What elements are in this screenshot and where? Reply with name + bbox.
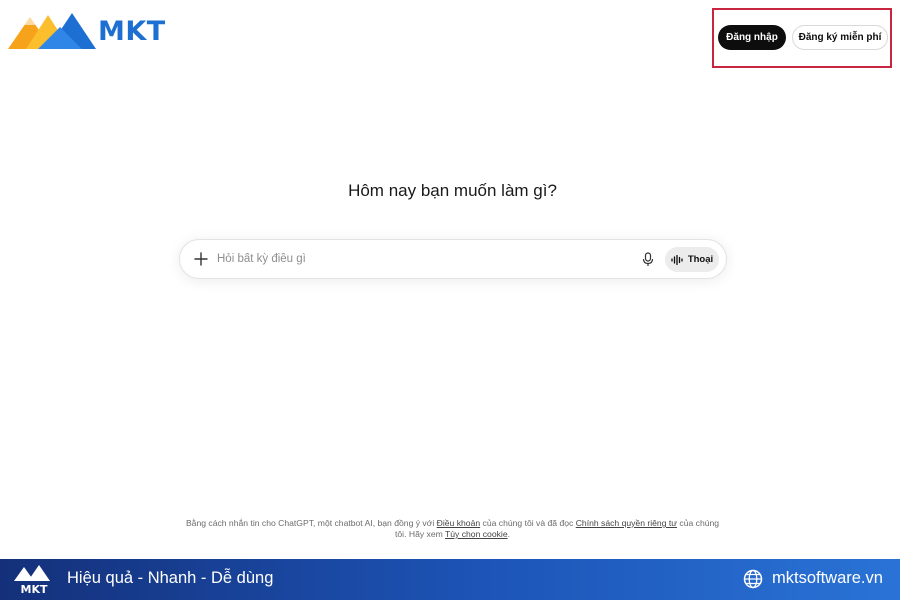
terms-text: Bằng cách nhắn tin cho ChatGPT, một chat… bbox=[185, 518, 437, 528]
logo-mountains-icon: MKT bbox=[14, 565, 50, 596]
terms-notice: Bằng cách nhắn tin cho ChatGPT, một chat… bbox=[180, 518, 725, 540]
prompt-input[interactable] bbox=[217, 249, 597, 269]
waveform-icon bbox=[671, 254, 683, 265]
terms-link[interactable]: Điều khoản bbox=[437, 518, 480, 528]
logo-text: MKT bbox=[98, 15, 166, 47]
voice-mode-button[interactable]: Thoại bbox=[665, 247, 719, 272]
banner-slogan: Hiệu quả - Nhanh - Dễ dùng bbox=[67, 569, 274, 587]
privacy-policy-link[interactable]: Chính sách quyền riêng tư bbox=[576, 518, 677, 528]
banner-logo-text: MKT bbox=[21, 583, 48, 595]
plus-icon[interactable] bbox=[192, 250, 210, 268]
prompt-composer: Thoại bbox=[179, 239, 727, 279]
login-button[interactable]: Đăng nhập bbox=[718, 25, 786, 50]
logo-mountains-icon bbox=[8, 13, 96, 49]
brand-logo: MKT bbox=[8, 10, 178, 52]
terms-text: của chúng tôi và đã đọc bbox=[480, 518, 576, 528]
banner-logo: MKT bbox=[14, 565, 54, 596]
page-title: Hôm nay bạn muốn làm gì? bbox=[348, 181, 557, 200]
promo-banner: MKT Hiệu quả - Nhanh - Dễ dùng mktsoftwa… bbox=[0, 559, 900, 600]
signup-button[interactable]: Đăng ký miễn phí bbox=[792, 25, 888, 50]
banner-website: mktsoftware.vn bbox=[772, 569, 883, 587]
globe-icon bbox=[743, 569, 763, 589]
microphone-icon[interactable] bbox=[639, 250, 657, 268]
cookie-preferences-link[interactable]: Tùy chọn cookie bbox=[445, 529, 508, 539]
terms-text: . bbox=[507, 529, 510, 539]
voice-mode-label: Thoại bbox=[687, 254, 714, 265]
